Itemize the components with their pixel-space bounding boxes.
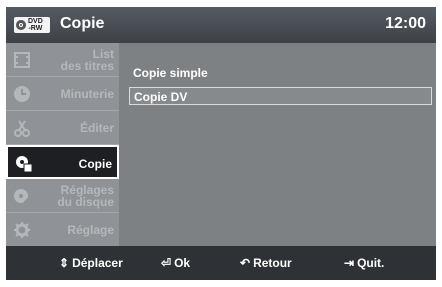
back-label: Retour (253, 256, 292, 270)
copy-screen: DVD -RW Copie 12:00 List des titres Minu… (6, 7, 436, 280)
clock-time: 12:00 (385, 15, 426, 32)
option-dv-copy[interactable]: Copie DV (129, 87, 432, 105)
up-down-arrow-icon: ⇕ (59, 256, 70, 270)
menu-item-timer[interactable]: Minuterie (6, 77, 119, 111)
scissors-icon (14, 120, 30, 137)
exit-icon: ⇥ (344, 256, 355, 270)
menu-item-edit[interactable]: Éditer (6, 111, 119, 145)
clock-icon (14, 86, 30, 102)
side-menu: List des titres Minuterie Éditer Copie R… (6, 43, 119, 247)
disc-type-label: DVD (28, 18, 43, 25)
option-simple-copy[interactable]: Copie simple (129, 64, 432, 82)
move-label: Déplacer (72, 256, 123, 270)
menu-item-label: du disque (57, 195, 114, 209)
ok-hint: ⏎ Ok (161, 246, 190, 280)
disc-format-label: -RW (28, 25, 43, 32)
options-panel: Copie simple Copie DV (119, 43, 436, 246)
copy-icon (16, 156, 33, 173)
menu-item-label: Copie (78, 157, 112, 171)
quit-label: Quit. (357, 256, 385, 270)
enter-icon: ⏎ (161, 256, 172, 270)
quit-hint: ⇥ Quit. (344, 246, 384, 280)
header-bar: DVD -RW Copie 12:00 (6, 7, 436, 43)
film-icon (14, 52, 30, 68)
menu-item-copy[interactable]: Copie (6, 145, 119, 179)
disc-settings-icon (14, 189, 30, 204)
ok-label: Ok (174, 256, 191, 270)
disc-icon (16, 20, 26, 30)
menu-item-setup[interactable]: Réglage (6, 213, 119, 247)
menu-item-title-list[interactable]: List des titres (6, 43, 119, 77)
back-hint: ↶ Retour (240, 246, 292, 280)
dvd-rw-badge: DVD -RW (14, 17, 50, 33)
move-hint: ⇕ Déplacer (59, 246, 123, 280)
menu-item-label: Minuterie (60, 87, 114, 101)
menu-item-label: des titres (60, 59, 114, 73)
gear-icon (14, 222, 30, 238)
menu-item-disc-settings[interactable]: Réglages du disque (6, 179, 119, 213)
menu-item-label: Réglage (67, 223, 114, 237)
menu-item-label: Éditer (79, 121, 114, 135)
return-arrow-icon: ↶ (240, 256, 251, 270)
footer-bar: ⇕ Déplacer ⏎ Ok ↶ Retour ⇥ Quit. (6, 246, 436, 280)
page-title: Copie (60, 15, 105, 32)
